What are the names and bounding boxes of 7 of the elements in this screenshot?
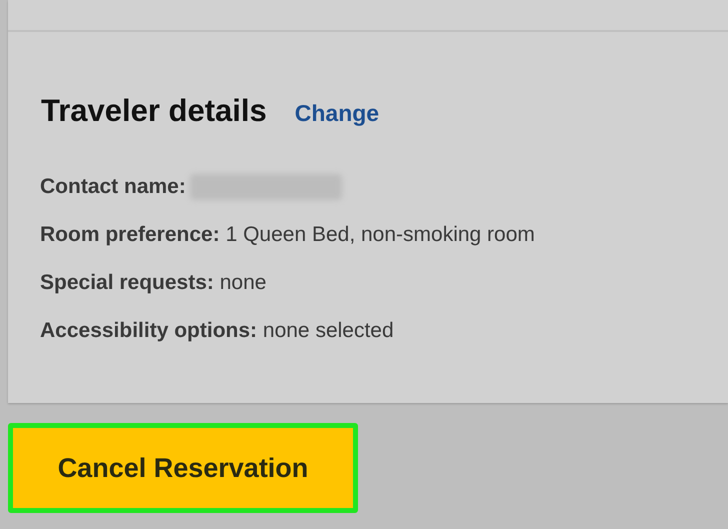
detail-text: Accessibility options: none selected — [40, 318, 394, 344]
detail-text: Room preference: 1 Queen Bed, non-smoking room — [40, 222, 535, 248]
cancel-reservation-button[interactable]: Cancel Reservation — [8, 423, 358, 513]
detail-text: Special requests: none — [40, 270, 266, 296]
detail-label: Contact name: — [40, 174, 186, 200]
section-title: Traveler details — [41, 92, 267, 130]
change-link[interactable]: Change — [294, 96, 380, 130]
